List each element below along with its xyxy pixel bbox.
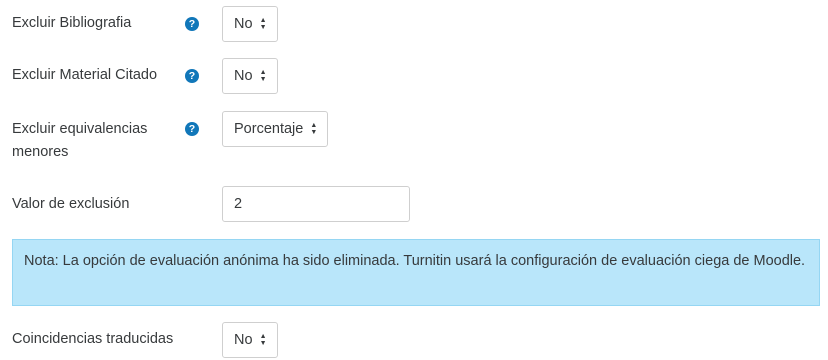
caret-up-icon: ▲: [310, 121, 318, 129]
excluir-bibliografia-label: Excluir Bibliografia: [12, 15, 132, 31]
excluir-bibliografia-value: No: [234, 16, 253, 32]
caret-down-icon: ▼: [259, 339, 267, 347]
anonymous-marking-note: Nota: La opción de evaluación anónima ha…: [12, 239, 820, 306]
select-caret-icon: ▲ ▼: [260, 323, 267, 357]
excluir-material-citado-select[interactable]: No ▲ ▼: [222, 58, 278, 94]
excluir-material-citado-value: No: [234, 68, 253, 84]
question-circle-icon[interactable]: ?: [185, 69, 199, 83]
select-caret-icon: ▲ ▼: [260, 59, 267, 93]
coincidencias-traducidas-select[interactable]: No ▲ ▼: [222, 322, 278, 358]
question-circle-icon[interactable]: ?: [185, 122, 199, 136]
caret-up-icon: ▲: [259, 332, 267, 340]
question-circle-icon[interactable]: ?: [185, 17, 199, 31]
select-caret-icon: ▲ ▼: [310, 112, 317, 146]
coincidencias-traducidas-value: No: [234, 332, 253, 348]
caret-up-icon: ▲: [259, 16, 267, 24]
caret-down-icon: ▼: [259, 23, 267, 31]
valor-exclusion-label: Valor de exclusión: [12, 196, 130, 212]
excluir-equivalencias-select[interactable]: Porcentaje ▲ ▼: [222, 111, 329, 147]
turnitin-settings-form: Excluir Bibliografia ? No ▲ ▼ Excluir Mat…: [0, 0, 828, 360]
excluir-equivalencias-label: Excluir equivalencias menores: [12, 121, 148, 160]
caret-down-icon: ▼: [259, 75, 267, 83]
valor-exclusion-input[interactable]: 2: [222, 186, 410, 222]
caret-up-icon: ▲: [259, 68, 267, 76]
excluir-bibliografia-select[interactable]: No ▲ ▼: [222, 6, 278, 42]
coincidencias-traducidas-label: Coincidencias traducidas: [12, 331, 174, 347]
caret-down-icon: ▼: [310, 128, 318, 136]
excluir-equivalencias-value: Porcentaje: [234, 121, 304, 137]
excluir-material-citado-label: Excluir Material Citado: [12, 67, 158, 83]
select-caret-icon: ▲ ▼: [260, 7, 267, 41]
